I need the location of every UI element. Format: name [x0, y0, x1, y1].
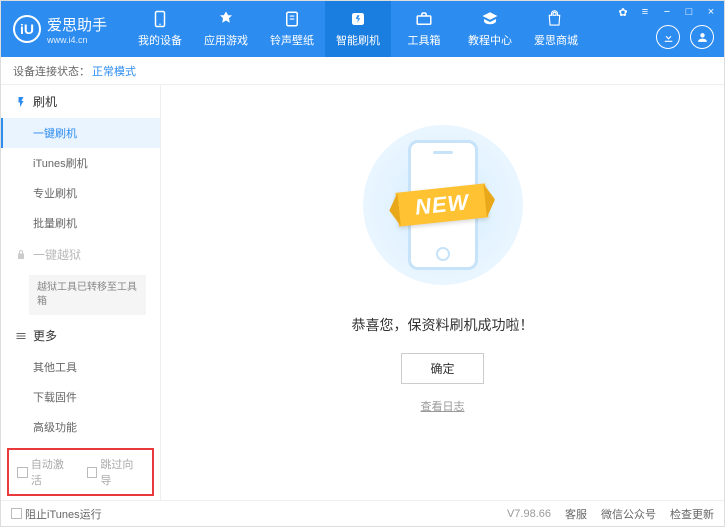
nav-label: 智能刷机	[336, 32, 380, 48]
app-logo: iU 爱思助手 www.i4.cn	[1, 14, 119, 45]
activation-options-highlight: 自动激活 跳过向导	[7, 448, 154, 496]
ok-button[interactable]: 确定	[401, 353, 483, 384]
nav-item-toolbox[interactable]: 工具箱	[391, 1, 457, 57]
checkbox-block-itunes[interactable]: 阻止iTunes运行	[11, 506, 102, 522]
app-url: www.i4.cn	[47, 35, 107, 45]
checkbox-skip-guide[interactable]: 跳过向导	[87, 456, 145, 488]
success-message: 恭喜您，保资料刷机成功啦！	[352, 315, 534, 335]
footer-link-update[interactable]: 检查更新	[670, 506, 714, 522]
view-log-link[interactable]: 查看日志	[421, 398, 465, 414]
nav-item-ringtone[interactable]: 铃声壁纸	[259, 1, 325, 57]
sidebar-item-itunes[interactable]: iTunes刷机	[1, 148, 160, 178]
close-icon[interactable]: ×	[704, 5, 718, 19]
lock-icon	[15, 249, 27, 261]
nav-label: 我的设备	[138, 32, 182, 48]
download-icon[interactable]	[656, 25, 680, 49]
status-value: 正常模式	[92, 63, 136, 79]
nav-item-tutorial[interactable]: 教程中心	[457, 1, 523, 57]
logo-icon: iU	[13, 15, 41, 43]
menu-icon[interactable]: ≡	[638, 5, 652, 19]
apps-icon	[217, 10, 235, 28]
version-text: V7.98.66	[507, 508, 551, 520]
nav-label: 铃声壁纸	[270, 32, 314, 48]
flash-icon	[349, 10, 367, 28]
more-icon	[15, 330, 27, 342]
sidebar-group-flash[interactable]: 刷机	[1, 85, 160, 118]
nav-item-device[interactable]: 我的设备	[127, 1, 193, 57]
nav-label: 爱思商城	[534, 32, 578, 48]
flash-icon	[15, 96, 27, 108]
sidebar-group-more[interactable]: 更多	[1, 319, 160, 352]
sidebar-item-advanced[interactable]: 高级功能	[1, 412, 160, 442]
nav-label: 应用游戏	[204, 32, 248, 48]
tutorial-icon	[481, 10, 499, 28]
nav-label: 工具箱	[408, 32, 441, 48]
minimize-icon[interactable]: −	[660, 5, 674, 19]
status-label: 设备连接状态：	[13, 63, 90, 79]
status-bar: 设备连接状态： 正常模式	[1, 57, 724, 85]
nav-item-shop[interactable]: 爱思商城	[523, 1, 589, 57]
sidebar-item-firmware[interactable]: 下载固件	[1, 382, 160, 412]
nav-label: 教程中心	[468, 32, 512, 48]
device-icon	[151, 10, 169, 28]
sidebar-item-pro[interactable]: 专业刷机	[1, 178, 160, 208]
nav-item-flash[interactable]: 智能刷机	[325, 1, 391, 57]
nav-item-apps[interactable]: 应用游戏	[193, 1, 259, 57]
sidebar-item-other[interactable]: 其他工具	[1, 352, 160, 382]
maximize-icon[interactable]: □	[682, 5, 696, 19]
sidebar-group-jailbreak: 一键越狱	[1, 238, 160, 271]
checkbox-auto-activate[interactable]: 自动激活	[17, 456, 75, 488]
settings-icon[interactable]: ✿	[616, 5, 630, 19]
ringtone-icon	[283, 10, 301, 28]
app-name: 爱思助手	[47, 17, 107, 34]
user-icon[interactable]	[690, 25, 714, 49]
sidebar-item-oneclick[interactable]: 一键刷机	[1, 118, 160, 148]
success-illustration: NEW	[353, 115, 533, 295]
footer-link-wechat[interactable]: 微信公众号	[601, 506, 656, 522]
shop-icon	[547, 10, 565, 28]
sidebar-item-batch[interactable]: 批量刷机	[1, 208, 160, 238]
toolbox-icon	[415, 10, 433, 28]
footer-link-support[interactable]: 客服	[565, 506, 587, 522]
sidebar-jailbreak-note: 越狱工具已转移至工具箱	[29, 275, 146, 315]
